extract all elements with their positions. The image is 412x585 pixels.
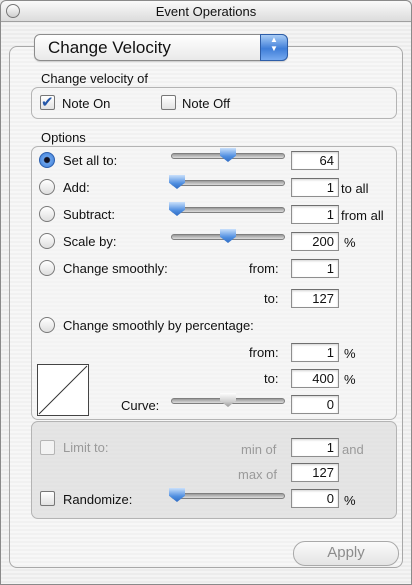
smooth-from-field[interactable]: 1: [291, 259, 339, 278]
operation-popup-label: Change Velocity: [48, 38, 171, 57]
popup-arrows-icon: ▲ ▼: [260, 34, 288, 61]
limit-max-label: max of: [238, 467, 278, 482]
scale-field[interactable]: 200: [291, 232, 339, 251]
note-on-label: Note On: [62, 96, 111, 111]
add-radio[interactable]: [39, 179, 55, 195]
curve-line-icon: [38, 365, 88, 415]
randomize-field[interactable]: 0: [291, 489, 339, 508]
curve-label: Curve:: [121, 398, 160, 413]
curve-field[interactable]: 0: [291, 395, 339, 414]
add-field[interactable]: 1: [291, 178, 339, 197]
smooth-pct-from-suffix: %: [344, 346, 356, 361]
limit-checkbox[interactable]: [40, 440, 55, 455]
window-title: Event Operations: [155, 4, 257, 19]
smooth-pct-to-label: to:: [264, 371, 279, 386]
change-smoothly-label: Change smoothly:: [63, 261, 168, 276]
subtract-field[interactable]: 1: [291, 205, 339, 224]
randomize-checkbox[interactable]: [40, 491, 55, 506]
smooth-pct-to-field[interactable]: 400: [291, 369, 339, 388]
smooth-pct-from-field[interactable]: 1: [291, 343, 339, 362]
title-bar[interactable]: Event Operations: [1, 1, 411, 22]
smooth-pct-to-suffix: %: [344, 372, 356, 387]
add-label: Add:: [63, 180, 90, 195]
note-off-checkbox[interactable]: [161, 95, 176, 110]
limit-min-label: min of: [241, 442, 277, 457]
note-off-label: Note Off: [182, 96, 231, 111]
options-label: Options: [41, 130, 86, 145]
scale-label: Scale by:: [63, 234, 117, 249]
operation-popup[interactable]: Change Velocity ▲ ▼: [34, 34, 288, 61]
set-all-field[interactable]: 64: [291, 151, 339, 170]
scale-radio[interactable]: [39, 233, 55, 249]
change-smoothly-pct-radio[interactable]: [39, 317, 55, 333]
smooth-to-label: to:: [264, 291, 279, 306]
limit-and-label: and: [342, 442, 364, 457]
limit-max-field[interactable]: 127: [291, 463, 339, 482]
subtract-radio[interactable]: [39, 206, 55, 222]
apply-button[interactable]: Apply: [293, 541, 399, 566]
subtract-slider[interactable]: [171, 207, 285, 213]
randomize-suffix: %: [344, 493, 356, 508]
change-velocity-of-label: Change velocity of: [41, 71, 148, 86]
randomize-label: Randomize:: [63, 492, 133, 507]
subtract-suffix: from all: [341, 208, 384, 223]
curve-preview: [37, 364, 89, 416]
set-all-radio[interactable]: [39, 152, 55, 168]
randomize-slider[interactable]: [171, 493, 285, 499]
change-smoothly-radio[interactable]: [39, 260, 55, 276]
smooth-to-field[interactable]: 127: [291, 289, 339, 308]
smooth-pct-from-label: from:: [249, 345, 279, 360]
change-smoothly-pct-label: Change smoothly by percentage:: [63, 318, 254, 333]
subtract-label: Subtract:: [63, 207, 116, 222]
smooth-from-label: from:: [249, 261, 279, 276]
add-suffix: to all: [341, 181, 369, 196]
scale-suffix: %: [344, 235, 356, 250]
event-operations-window: Event Operations Change Velocity ▲ ▼ Chan…: [0, 0, 412, 585]
set-all-label: Set all to:: [63, 153, 118, 168]
add-slider[interactable]: [171, 180, 285, 186]
limit-label: Limit to:: [63, 440, 109, 455]
limit-min-field[interactable]: 1: [291, 438, 339, 457]
note-on-checkbox[interactable]: [40, 93, 55, 111]
